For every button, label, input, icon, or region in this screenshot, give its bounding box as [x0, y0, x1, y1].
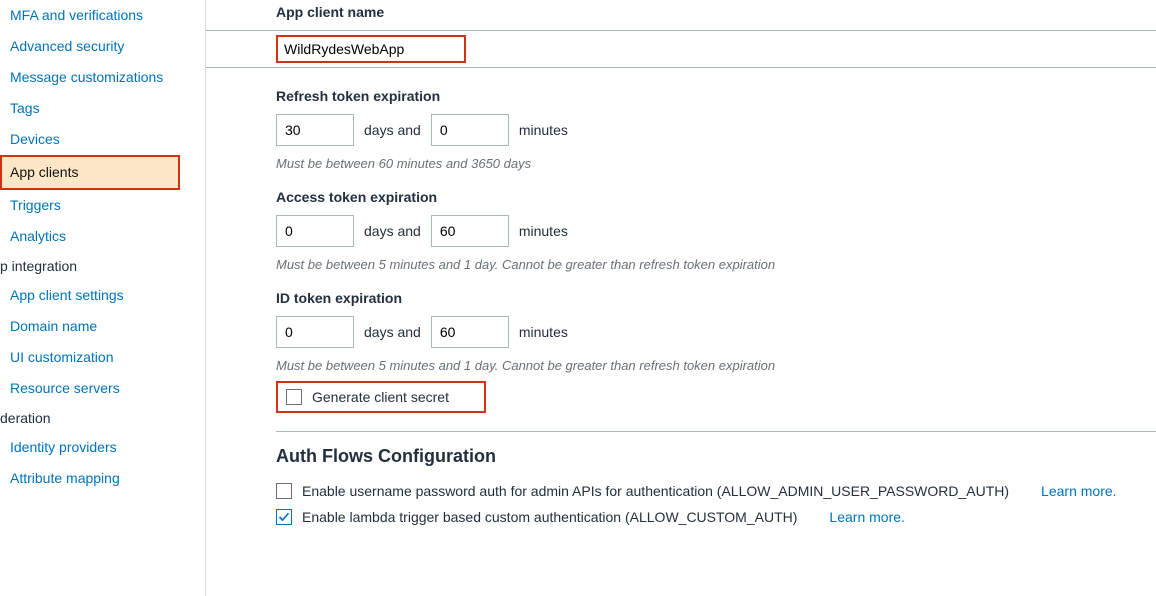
- sidebar-section-integration: p integration: [0, 252, 205, 280]
- main-content: App client name Refresh token expiration…: [205, 0, 1156, 596]
- sidebar-item-tags[interactable]: Tags: [0, 93, 205, 124]
- sidebar-item-app-client-settings[interactable]: App client settings: [0, 280, 205, 311]
- id-token-label: ID token expiration: [276, 290, 1156, 306]
- sidebar: MFA and verifications Advanced security …: [0, 0, 205, 596]
- checkbox-custom-auth[interactable]: [276, 509, 292, 525]
- sidebar-item-mfa[interactable]: MFA and verifications: [0, 0, 205, 31]
- id-token-help: Must be between 5 minutes and 1 day. Can…: [276, 358, 1156, 373]
- sidebar-section-federation: deration: [0, 404, 205, 432]
- sidebar-item-ui-customization[interactable]: UI customization: [0, 342, 205, 373]
- refresh-token-label: Refresh token expiration: [276, 88, 1156, 104]
- app-client-name-label: App client name: [276, 4, 1156, 20]
- sidebar-item-attribute-mapping[interactable]: Attribute mapping: [0, 463, 205, 494]
- sidebar-item-analytics[interactable]: Analytics: [0, 221, 205, 252]
- sidebar-item-resource-servers[interactable]: Resource servers: [0, 373, 205, 404]
- access-token-help: Must be between 5 minutes and 1 day. Can…: [276, 257, 1156, 272]
- learn-more-link[interactable]: Learn more.: [1041, 483, 1116, 499]
- auth-label-custom: Enable lambda trigger based custom authe…: [302, 509, 797, 525]
- generate-client-secret-checkbox[interactable]: [286, 389, 302, 405]
- auth-row-admin-user-password: Enable username password auth for admin …: [276, 483, 1156, 499]
- auth-flows-title: Auth Flows Configuration: [276, 446, 1156, 467]
- id-token-minutes-input[interactable]: [431, 316, 509, 348]
- divider: [276, 431, 1156, 432]
- refresh-token-days-input[interactable]: [276, 114, 354, 146]
- access-token-label: Access token expiration: [276, 189, 1156, 205]
- auth-row-custom-auth: Enable lambda trigger based custom authe…: [276, 509, 1156, 525]
- days-and-label: days and: [364, 324, 421, 340]
- sidebar-item-identity-providers[interactable]: Identity providers: [0, 432, 205, 463]
- check-icon: [278, 511, 290, 523]
- minutes-label: minutes: [519, 223, 568, 239]
- minutes-label: minutes: [519, 324, 568, 340]
- sidebar-item-advanced-security[interactable]: Advanced security: [0, 31, 205, 62]
- minutes-label: minutes: [519, 122, 568, 138]
- sidebar-item-domain-name[interactable]: Domain name: [0, 311, 205, 342]
- sidebar-item-devices[interactable]: Devices: [0, 124, 205, 155]
- id-token-days-input[interactable]: [276, 316, 354, 348]
- app-client-name-input[interactable]: [284, 41, 458, 57]
- sidebar-item-message-customizations[interactable]: Message customizations: [0, 62, 205, 93]
- sidebar-item-triggers[interactable]: Triggers: [0, 190, 205, 221]
- refresh-token-help: Must be between 60 minutes and 3650 days: [276, 156, 1156, 171]
- days-and-label: days and: [364, 122, 421, 138]
- days-and-label: days and: [364, 223, 421, 239]
- checkbox-admin-user-password[interactable]: [276, 483, 292, 499]
- auth-label-admin: Enable username password auth for admin …: [302, 483, 1009, 499]
- sidebar-item-app-clients[interactable]: App clients: [0, 155, 180, 190]
- refresh-token-minutes-input[interactable]: [431, 114, 509, 146]
- access-token-minutes-input[interactable]: [431, 215, 509, 247]
- generate-client-secret-row[interactable]: Generate client secret: [276, 381, 486, 413]
- access-token-days-input[interactable]: [276, 215, 354, 247]
- generate-client-secret-label: Generate client secret: [312, 389, 449, 405]
- learn-more-link[interactable]: Learn more.: [829, 509, 904, 525]
